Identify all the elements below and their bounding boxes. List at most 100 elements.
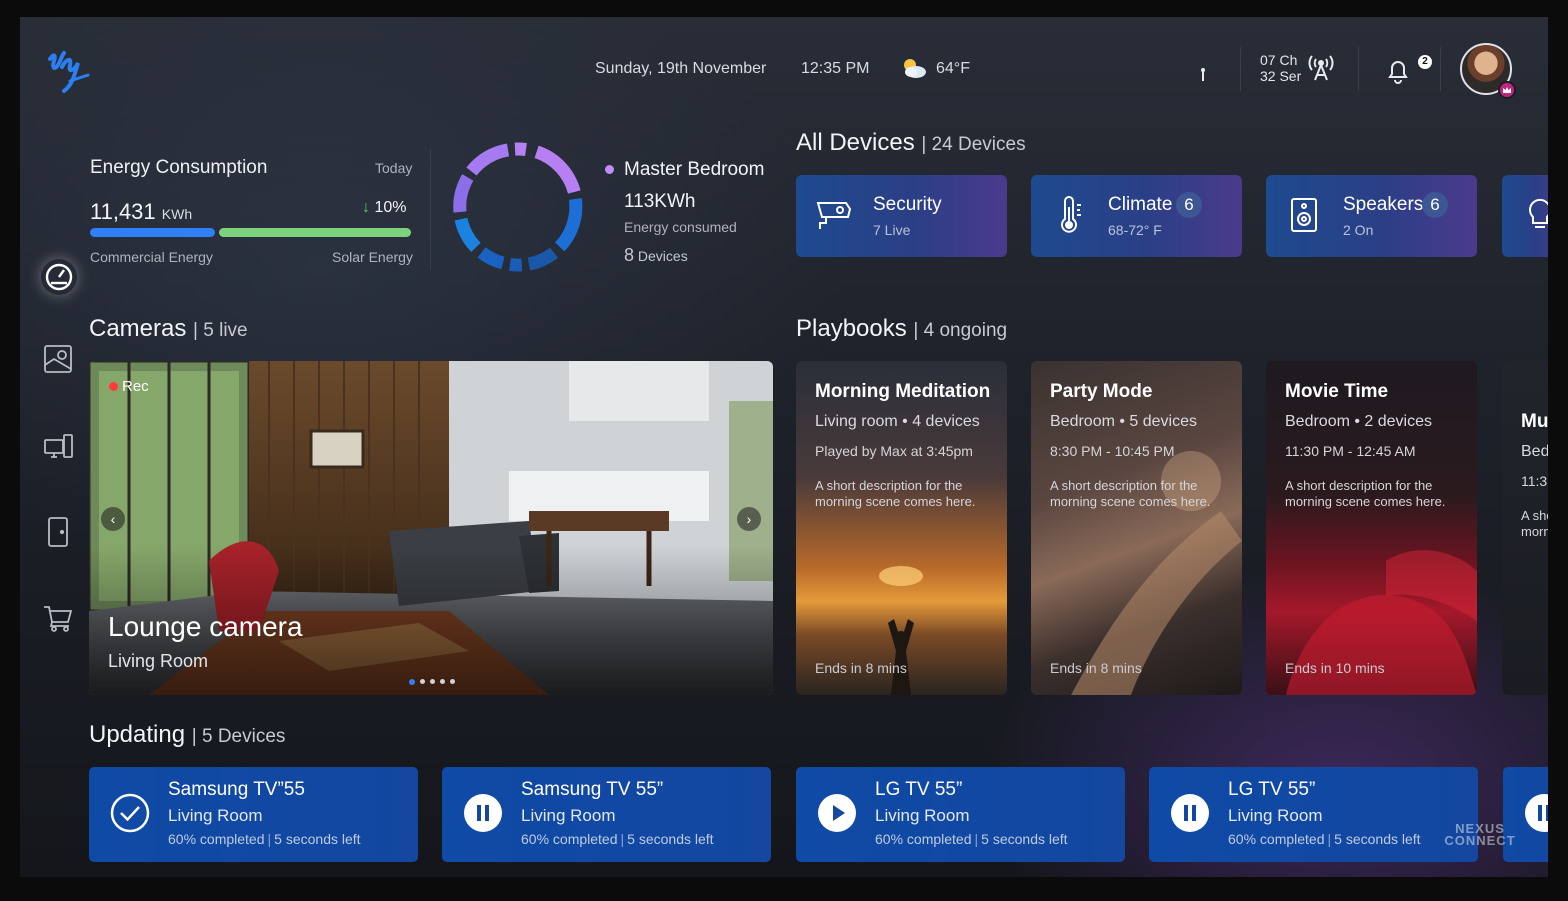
update-card[interactable]: Samsung TV 55” Living Room 60% completed… <box>442 767 771 862</box>
separator: | <box>267 831 272 847</box>
playbook-room: Living room • 4 devices <box>815 413 980 430</box>
separator: | <box>974 831 979 847</box>
update-device-room: Living Room <box>875 806 970 825</box>
channel-line: 07 Ch <box>1260 52 1298 68</box>
camera-prev-button[interactable]: ‹ <box>101 507 125 531</box>
pause-circle-icon[interactable] <box>1169 792 1211 834</box>
notification-badge: 2 <box>1418 55 1432 69</box>
tablet-icon[interactable] <box>42 516 74 548</box>
update-device-room: Living Room <box>168 806 263 825</box>
update-card[interactable]: LG TV 55” Living Room 60% completed | 5 se… <box>1149 767 1478 862</box>
pagination-dot[interactable] <box>430 679 435 684</box>
update-device-name: LG TV 55” <box>1228 779 1316 800</box>
antenna-icon[interactable] <box>1306 53 1336 83</box>
separator: | <box>620 831 625 847</box>
play-circle-icon[interactable] <box>816 792 858 834</box>
playbook-ends: Ends in 10 mins <box>1285 660 1385 676</box>
commercial-energy-bar <box>90 228 215 237</box>
pagination-dot-active[interactable] <box>409 679 415 685</box>
device-card-name: Speakers <box>1343 194 1424 215</box>
devices-icon[interactable] <box>42 431 74 463</box>
energy-unit: KWh <box>161 206 193 222</box>
update-device-name: LG TV 55” <box>875 779 963 800</box>
playbook-description: A sho morn <box>1521 508 1548 539</box>
device-card-climate[interactable]: Climate 6 68-72° F <box>1031 175 1242 257</box>
update-card[interactable]: Samsung TV”55 Living Room 60% completed |… <box>89 767 418 862</box>
playbooks-title: Playbooks <box>796 315 907 342</box>
playbook-played: 8:30 PM - 10:45 PM <box>1050 443 1175 459</box>
device-card-name: Climate <box>1108 194 1173 215</box>
header-date: Sunday, 19th November <box>595 60 767 77</box>
cameras-live-count: 5 live <box>203 320 248 341</box>
dashboard-screen: Sunday, 19th November 12:35 PM 64°F 07 C… <box>20 17 1548 877</box>
playbook-played: Played by Max at 3:45pm <box>815 443 973 459</box>
camera-room: Living Room <box>108 651 209 671</box>
playbook-card-morning-meditation[interactable]: Morning Meditation Living room • 4 devic… <box>796 361 1007 695</box>
energy-value: 11,431 KWh <box>90 199 192 225</box>
device-card-name: Security <box>873 194 942 215</box>
bell-icon[interactable] <box>1384 57 1412 85</box>
camera-icon <box>814 195 854 235</box>
header-time: 12:35 PM <box>801 60 870 77</box>
check-circle-icon[interactable] <box>109 792 151 834</box>
pagination-dot[interactable] <box>420 679 425 684</box>
update-device-name: Samsung TV 55” <box>521 779 664 800</box>
playbooks-heading: Playbooks | 4 ongoing <box>796 315 1007 343</box>
device-card-security[interactable]: Security 7 Live <box>796 175 1007 257</box>
arrow-down-icon: ↓ <box>362 199 370 216</box>
playbook-card-movie-time[interactable]: Movie Time Bedroom • 2 devices 11:30 PM … <box>1266 361 1477 695</box>
pause-circle-icon[interactable] <box>462 792 504 834</box>
playbook-description: A short description for the morning scen… <box>815 478 976 509</box>
device-card-info: 7 Live <box>873 222 911 238</box>
camera-next-button[interactable]: › <box>737 507 761 531</box>
playbook-bg-image <box>1286 550 1477 695</box>
device-card-info: 68-72° F <box>1108 222 1162 238</box>
crown-icon <box>1498 81 1516 99</box>
update-time-left: 5 seconds left <box>274 831 361 847</box>
update-progress-value: 60% completed <box>168 831 265 847</box>
camera-pagination[interactable] <box>409 679 455 685</box>
pin-icon[interactable] <box>1198 67 1208 83</box>
update-progress-value: 60% completed <box>1228 831 1325 847</box>
rec-label: Rec <box>122 378 149 395</box>
all-devices-heading: All Devices | 24 Devices <box>796 129 1026 157</box>
playbooks-subtitle: | 4 ongoing <box>913 320 1008 341</box>
camera-feed-image <box>89 361 773 695</box>
service-line: 32 Ser <box>1260 68 1302 84</box>
cart-icon[interactable] <box>42 602 74 634</box>
pagination-dot[interactable] <box>440 679 445 684</box>
energy-title: Energy Consumption <box>90 157 268 178</box>
photo-frame-icon[interactable] <box>42 343 74 375</box>
playbook-played: 11:30 PM - 12:45 AM <box>1285 443 1416 459</box>
playbook-description: A short description for the morning scen… <box>1285 478 1446 509</box>
commercial-energy-label: Commercial Energy <box>90 249 213 265</box>
solar-energy-bar <box>219 228 411 237</box>
header-weather: 64°F <box>936 60 970 77</box>
update-card[interactable]: LG TV 55” Living Room 60% completed | 5 se… <box>796 767 1125 862</box>
dashboard-gauge-icon[interactable] <box>41 259 77 295</box>
separator: | <box>1327 831 1332 847</box>
brand-logo[interactable] <box>44 45 92 97</box>
chevron-right-icon: › <box>746 511 752 527</box>
energy-change: ↓ 10% <box>362 199 406 217</box>
rec-dot <box>109 382 118 391</box>
all-devices-count: 24 Devices <box>931 134 1026 155</box>
playbooks-count: 4 ongoing <box>923 320 1008 341</box>
camera-feed[interactable]: Rec ‹ › Lounge camera Living Room <box>89 361 773 695</box>
energy-change-value: 10% <box>374 199 407 216</box>
update-progress-value: 60% completed <box>521 831 618 847</box>
playbook-card-party-mode[interactable]: Party Mode Bedroom • 5 devices 8:30 PM -… <box>1031 361 1242 695</box>
ring-devices-label: Devices <box>637 248 688 264</box>
playbook-card-partial[interactable]: Mu Bed 11:3 A sho morn <box>1502 361 1548 695</box>
ring-devices: 8 Devices <box>624 245 688 266</box>
device-card-lights[interactable] <box>1502 175 1548 257</box>
energy-period[interactable]: Today <box>375 160 412 176</box>
device-card-speakers[interactable]: Speakers 6 2 On <box>1266 175 1477 257</box>
playbook-room: Bedroom • 2 devices <box>1285 413 1433 430</box>
thermometer-icon <box>1049 195 1089 235</box>
playbook-room: Bedroom • 5 devices <box>1050 413 1198 430</box>
update-device-room: Living Room <box>521 806 616 825</box>
pagination-dot[interactable] <box>450 679 455 684</box>
channel-info: 07 Ch 32 Ser <box>1260 52 1301 84</box>
energy-value-number: 11,431 <box>90 199 156 224</box>
